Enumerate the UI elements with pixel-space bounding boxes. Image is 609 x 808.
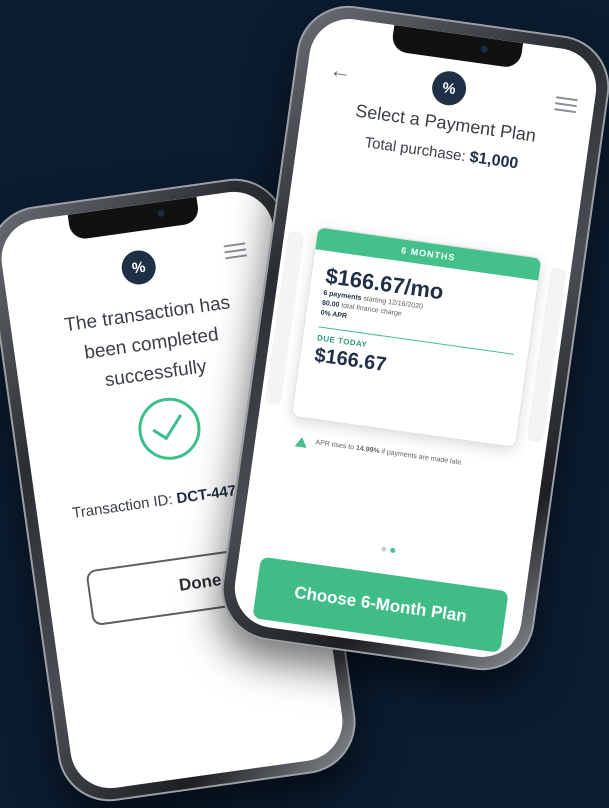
apr-note-post: if payments are made late. (380, 448, 464, 467)
plan-card-6-months[interactable]: 6 MONTHS $166.67/mo 6 payments starting … (290, 226, 543, 449)
apr-value: 0% APR (320, 309, 348, 321)
logo-glyph: % (130, 258, 147, 277)
total-purchase-value: $1,000 (468, 148, 520, 173)
transaction-id-label: Transaction ID: (71, 491, 174, 523)
transaction-id-line: Transaction ID: DCT-447 (71, 482, 237, 522)
hamburger-menu-icon[interactable] (554, 92, 579, 117)
phone-screen: ← % Select a Payment Plan Total purchase… (229, 13, 602, 663)
apr-warning-text: APR rises to 14.99% if payments are made… (315, 438, 464, 470)
carousel-dots (380, 546, 396, 554)
carousel-dot[interactable] (380, 546, 387, 552)
hamburger-menu-icon[interactable] (223, 238, 248, 263)
success-title: The transaction has been completed succe… (63, 292, 232, 392)
back-arrow-icon[interactable]: ← (328, 57, 353, 86)
phone-notch (390, 24, 523, 69)
choose-plan-button[interactable]: Choose 6-Month Plan (252, 556, 509, 653)
finance-amount: $0.00 (321, 299, 340, 310)
percent-logo-icon: % (429, 69, 469, 108)
warning-triangle-icon (294, 436, 309, 448)
apr-note-pre: APR rises to (314, 439, 355, 452)
percent-logo-icon: % (119, 248, 158, 287)
total-purchase-label: Total purchase: (363, 134, 467, 166)
phone-payment-plan: ← % Select a Payment Plan Total purchase… (214, 0, 609, 677)
phone-notch (67, 196, 201, 241)
logo-glyph: % (441, 78, 457, 98)
checkmark-circle-icon (134, 393, 205, 464)
transaction-id-value: DCT-447 (175, 482, 238, 508)
carousel-dot-active[interactable] (389, 547, 396, 554)
apr-note-rate: 14.99% (355, 444, 380, 456)
apr-warning-note: APR rises to 14.99% if payments are made… (294, 435, 495, 474)
